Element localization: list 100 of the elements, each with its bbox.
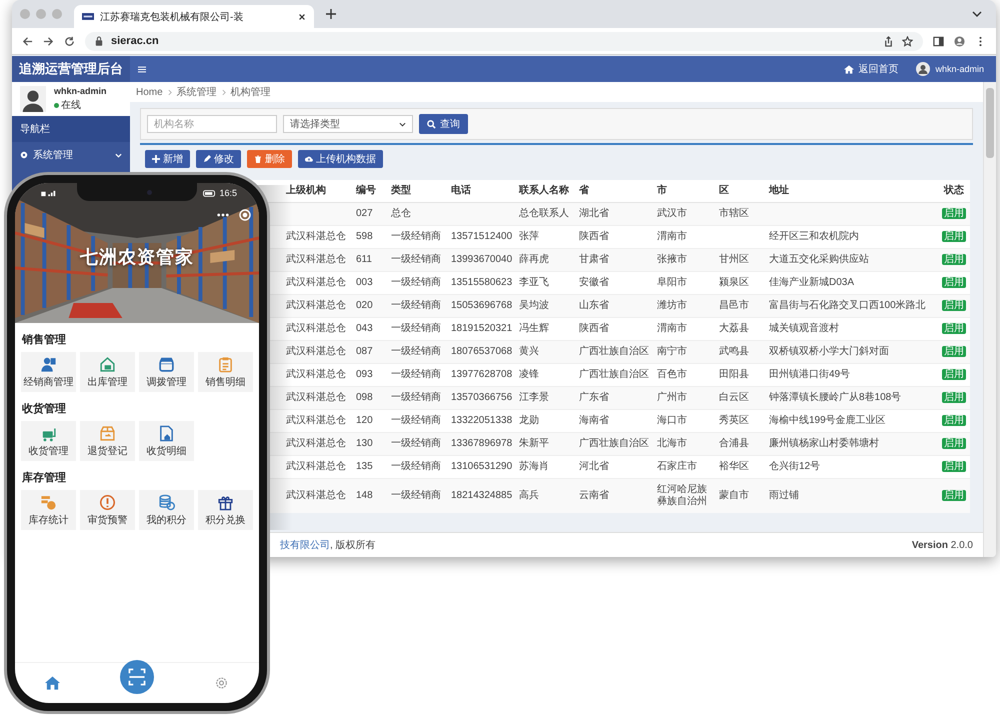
table-cell: 百色市: [657, 369, 687, 380]
status-badge: 启用: [942, 346, 966, 357]
search-icon: [427, 120, 436, 128]
table-cell: 阜阳市: [657, 277, 687, 288]
address-bar[interactable]: sierac.cn: [85, 32, 923, 50]
sidebar-icon[interactable]: [933, 36, 944, 46]
name-field[interactable]: 机构名称: [147, 115, 277, 133]
menu-tile[interactable]: 审货预警: [80, 490, 135, 530]
menu-tile[interactable]: 收货管理: [21, 421, 76, 461]
table-cell: 裕华区: [719, 461, 749, 472]
table-cell: 武汉科湛总仓: [286, 415, 346, 426]
plus-icon: [152, 155, 160, 163]
nav-item[interactable]: 系统管理: [12, 142, 130, 168]
company-link[interactable]: 技有限公司: [280, 540, 330, 551]
menu-tile[interactable]: 经销商管理: [21, 352, 76, 392]
forward-icon[interactable]: [43, 36, 54, 46]
reload-icon[interactable]: [64, 36, 75, 46]
status-dot: [54, 102, 59, 108]
status-badge: 启用: [942, 369, 966, 380]
scan-button[interactable]: [120, 660, 154, 694]
avatar-icon[interactable]: [916, 62, 930, 76]
table-cell: 广西壮族自治区: [579, 346, 649, 357]
status-badge: 启用: [942, 231, 966, 242]
menu-icon[interactable]: [138, 66, 146, 72]
table-cell: 张掖市: [657, 254, 687, 265]
chevron-icon[interactable]: [972, 11, 982, 17]
settings-icon[interactable]: [214, 676, 229, 690]
table-cell: 广西壮族自治区: [579, 438, 649, 449]
menu-tile[interactable]: 销售明细: [198, 352, 253, 392]
status-badge: 启用: [942, 208, 966, 219]
table-cell: 13322051338: [451, 415, 512, 426]
menu-tile[interactable]: 退货登记: [80, 421, 135, 461]
table-cell: 武汉科湛总仓: [286, 277, 346, 288]
user-name[interactable]: whkn-admin: [935, 64, 984, 74]
table-cell: 海榆中线199号金鹿工业区: [769, 415, 886, 426]
scrollbar[interactable]: [983, 82, 996, 557]
separator-icon: [168, 88, 172, 96]
table-cell: 武汉科湛总仓: [286, 438, 346, 449]
edit-button[interactable]: 修改: [196, 150, 241, 168]
table-cell: 武汉科湛总仓: [286, 231, 346, 242]
status-badge: 启用: [942, 254, 966, 265]
table-cell: 陕西省: [579, 323, 609, 334]
table-cell: 一级经销商: [391, 231, 441, 242]
user-name: whkn-admin: [54, 86, 107, 96]
table-cell: 13571512400: [451, 231, 512, 242]
table-cell: 广州市: [657, 392, 687, 403]
star-icon[interactable]: [902, 36, 913, 46]
table-cell: 秀英区: [719, 415, 749, 426]
table-cell: 13106531290: [451, 461, 512, 472]
table-cell: 武汉科湛总仓: [286, 369, 346, 380]
table-cell: 钟落潭镇长腰岭广从8巷108号: [769, 392, 902, 403]
home-icon[interactable]: [45, 676, 60, 690]
table-cell: 广西壮族自治区: [579, 369, 649, 380]
share-icon[interactable]: [883, 36, 894, 46]
table-cell: 陕西省: [579, 231, 609, 242]
breadcrumb-item[interactable]: 系统管理: [176, 85, 217, 99]
browser-tab[interactable]: 江苏赛瑞克包装机械有限公司-装: [74, 5, 314, 28]
menu-tile[interactable]: 我的积分: [139, 490, 194, 530]
table-cell: 冯生辉: [519, 323, 549, 334]
menu-tile[interactable]: 调拨管理: [139, 352, 194, 392]
status-badge: 启用: [942, 415, 966, 426]
menu-tile[interactable]: 收货明细: [139, 421, 194, 461]
caret-icon: [399, 122, 406, 126]
table-cell: 一级经销商: [391, 346, 441, 357]
section-title: 销售管理: [22, 332, 67, 347]
table-cell: 武汉科湛总仓: [286, 300, 346, 311]
menu-tile[interactable]: 库存统计: [21, 490, 76, 530]
profile-icon[interactable]: [954, 36, 965, 46]
add-button[interactable]: 新增: [145, 150, 190, 168]
menu-tile[interactable]: 积分兑换: [198, 490, 253, 530]
breadcrumb-item[interactable]: Home: [136, 86, 163, 98]
back-icon[interactable]: [22, 36, 33, 46]
more-icon[interactable]: [217, 213, 229, 217]
close-icon[interactable]: [298, 12, 306, 20]
home-link[interactable]: 返回首页: [844, 62, 898, 76]
table-cell: 仓兴街12号: [769, 461, 820, 472]
search-button[interactable]: 查询: [419, 114, 468, 134]
table-cell: 佳海产业新城D03A: [769, 277, 854, 288]
status-time: 16:5: [219, 188, 237, 198]
table-cell: 087: [356, 346, 373, 357]
table-cell: 渭南市: [657, 323, 687, 334]
gear-icon: [20, 151, 28, 159]
favicon-icon: [82, 13, 94, 20]
chevron-icon: [115, 152, 122, 158]
type-select[interactable]: 请选择类型: [283, 115, 413, 133]
table-cell: 湖北省: [579, 208, 609, 219]
battery-icon: [203, 190, 216, 196]
record-icon[interactable]: [239, 209, 251, 221]
table-cell: 027: [356, 208, 373, 219]
table-cell: 河北省: [579, 461, 609, 472]
table-cell: 海口市: [657, 415, 687, 426]
table-cell: 13977628708: [451, 369, 512, 380]
table-cell: 130: [356, 438, 373, 449]
menu-tile[interactable]: 出库管理: [80, 352, 135, 392]
app-brand: 追溯运营管理后台: [12, 56, 130, 82]
table-cell: 甘州区: [719, 254, 749, 265]
version-text: Version 2.0.0: [912, 540, 973, 550]
new-tab-icon[interactable]: [326, 9, 336, 19]
table-cell: 朱新平: [519, 438, 549, 449]
upload-button[interactable]: 上传机构数据: [298, 150, 383, 168]
